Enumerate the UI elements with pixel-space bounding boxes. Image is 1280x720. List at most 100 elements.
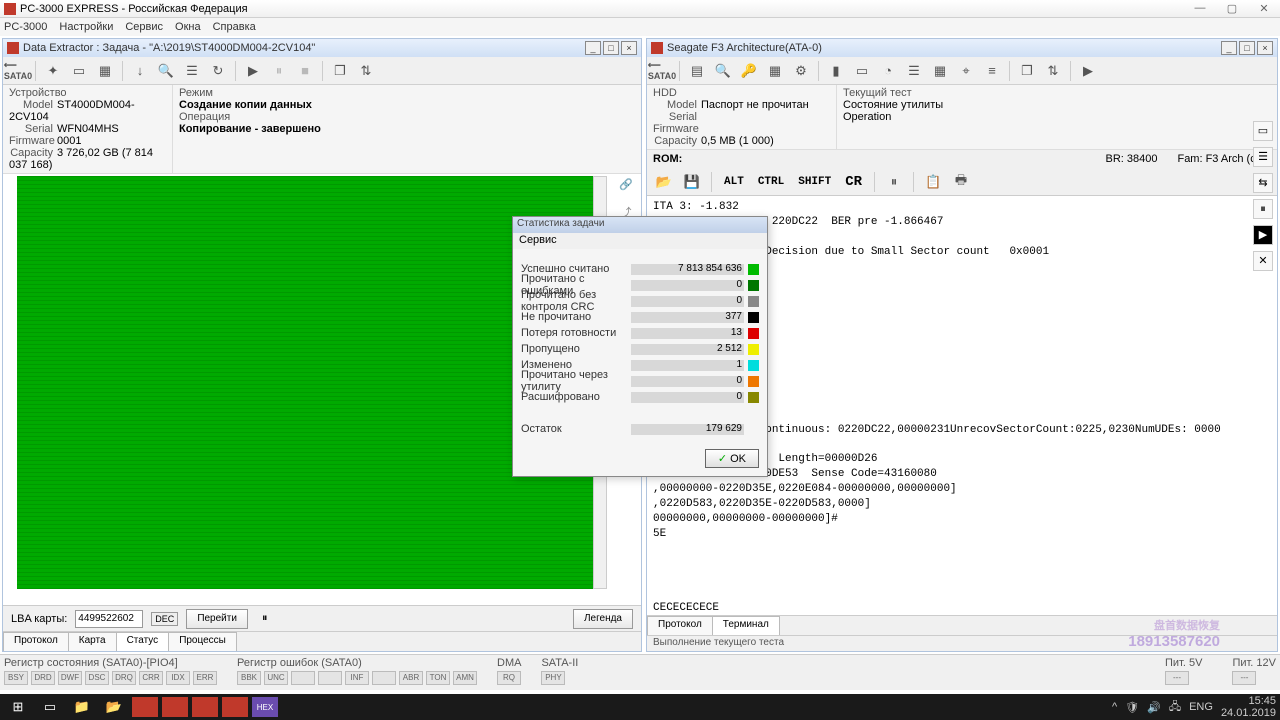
tab-Терминал[interactable]: Терминал (712, 616, 780, 635)
menu-item[interactable]: Справка (213, 21, 256, 33)
sort-icon[interactable]: ⇅ (355, 60, 377, 82)
reg-cell: ABR (399, 671, 423, 685)
tab-Процессы[interactable]: Процессы (168, 632, 237, 651)
save-icon[interactable]: 💾 (681, 171, 703, 193)
key-cr[interactable]: CR (841, 172, 866, 192)
app-task-icon[interactable] (222, 697, 248, 717)
key-icon[interactable]: 🔑 (738, 60, 760, 82)
tray-icon[interactable]: 🛡 (1125, 701, 1139, 714)
stat-row: Не прочитано377 (521, 309, 759, 325)
repeat-icon[interactable]: ↻ (207, 60, 229, 82)
grid-icon[interactable]: ▦ (764, 60, 786, 82)
ok-button[interactable]: ✓ OK (705, 449, 759, 468)
app-task-icon[interactable] (192, 697, 218, 717)
heads-icon[interactable]: ☰ (903, 60, 925, 82)
chip2-icon[interactable]: ▮ (825, 60, 847, 82)
play-icon[interactable]: ▶ (1077, 60, 1099, 82)
menu-item[interactable]: Сервис (125, 21, 163, 33)
start-button[interactable]: ⊞ (4, 696, 32, 718)
dialog-menu-item[interactable]: Сервис (519, 234, 557, 246)
lba-input[interactable] (75, 610, 143, 628)
rt-icon[interactable]: ▭ (1253, 121, 1273, 141)
chip-icon[interactable]: ▤ (686, 60, 708, 82)
key-shift[interactable]: SHIFT (794, 174, 835, 190)
menu-item[interactable]: Настройки (59, 21, 113, 33)
panel-close-icon[interactable]: × (1257, 41, 1273, 55)
panel-min-icon[interactable]: _ (1221, 41, 1237, 55)
rt-icon[interactable]: ▶ (1253, 225, 1273, 245)
reg-cell: CRR (139, 671, 163, 685)
tray-lang[interactable]: ENG (1189, 701, 1213, 713)
key-alt[interactable]: ALT (720, 174, 748, 190)
panel-max-icon[interactable]: □ (1239, 41, 1255, 55)
right-tabs: ПротоколТерминал (647, 615, 1277, 635)
key-ctrl[interactable]: CTRL (754, 174, 788, 190)
tool-icon[interactable]: ✦ (42, 60, 64, 82)
copy-icon[interactable]: ❐ (1016, 60, 1038, 82)
sort-icon[interactable]: ⇅ (1042, 60, 1064, 82)
task-view-icon[interactable]: ▭ (36, 696, 64, 718)
print-icon[interactable]: 🖶 (950, 171, 972, 193)
link-icon[interactable]: 🔗 (616, 178, 636, 198)
panel-close-icon[interactable]: × (621, 41, 637, 55)
rt-pause-icon[interactable]: ⏸ (1253, 199, 1273, 219)
lba-label: LBA карты: (11, 613, 67, 625)
sg-capacity: 0,5 MB (1 000) (701, 135, 774, 147)
rt-settings-icon[interactable]: ✕ (1253, 251, 1273, 271)
pause-icon[interactable]: ⏸ (268, 60, 290, 82)
tab-Протокол[interactable]: Протокол (3, 632, 69, 651)
app-icon (4, 3, 16, 15)
copy-icon[interactable]: ❐ (329, 60, 351, 82)
reg-cell: IDX (166, 671, 190, 685)
open-icon[interactable]: 📂 (653, 171, 675, 193)
legend-button[interactable]: Легенда (573, 609, 633, 629)
stop-icon[interactable]: ■ (294, 60, 316, 82)
reg-cell: DRD (31, 671, 55, 685)
gear-icon[interactable]: ⚙ (790, 60, 812, 82)
reg-cell (372, 671, 396, 685)
stat-row: Пропущено2 512 (521, 341, 759, 357)
module-icon[interactable]: ▭ (851, 60, 873, 82)
hex-icon[interactable]: HEX (252, 697, 278, 717)
term-pause-icon[interactable]: ⏸ (883, 171, 905, 193)
play-icon[interactable]: ▶ (242, 60, 264, 82)
table-icon[interactable]: ▦ (929, 60, 951, 82)
maximize-icon[interactable]: ▢ (1220, 2, 1244, 15)
panel-min-icon[interactable]: _ (585, 41, 601, 55)
app-task-icon[interactable] (162, 697, 188, 717)
tray-up-icon[interactable]: ^ (1112, 701, 1117, 713)
tab-Протокол[interactable]: Протокол (647, 616, 713, 635)
list-icon[interactable]: ≡ (981, 60, 1003, 82)
tray-volume-icon[interactable]: 🔊 (1147, 701, 1161, 714)
tab-Карта[interactable]: Карта (68, 632, 117, 651)
device-caption: Устройство (9, 87, 166, 99)
panel-max-icon[interactable]: □ (603, 41, 619, 55)
arrow-down-icon[interactable]: ↓ (129, 60, 151, 82)
util-state: Состояние утилиты (843, 99, 1271, 111)
menu-item[interactable]: PC-3000 (4, 21, 47, 33)
reg-cell: BSY (4, 671, 28, 685)
tab-Статус[interactable]: Статус (116, 632, 170, 651)
stack-icon[interactable]: ☰ (181, 60, 203, 82)
sg-toolbar: ⟵SATA0 ▤ 🔍 🔑 ▦ ⚙ ▮ ▭ ◔ ☰ ▦ ⌖ ≡ ❐ ⇅ ▶ (647, 57, 1277, 85)
menu-item[interactable]: Окна (175, 21, 201, 33)
disk-icon[interactable]: ◔ (877, 60, 899, 82)
explorer-icon[interactable]: 📁 (68, 696, 96, 718)
stat-row: Прочитано через утилиту0 (521, 373, 759, 389)
tray-net-icon[interactable]: 🖧 (1169, 698, 1181, 717)
lba-unit-icon[interactable]: DEC (151, 612, 178, 626)
search-icon[interactable]: 🔍 (155, 60, 177, 82)
go-button[interactable]: Перейти (186, 609, 248, 629)
rt-icon[interactable]: ☰ (1253, 147, 1273, 167)
zone-icon[interactable]: ⌖ (955, 60, 977, 82)
new-task-icon[interactable]: ▭ (68, 60, 90, 82)
search-icon[interactable]: 🔍 (712, 60, 734, 82)
minimize-icon[interactable]: — (1188, 2, 1212, 15)
folder-icon[interactable]: 📂 (100, 696, 128, 718)
pause-btn-icon[interactable]: ⏸ (262, 612, 268, 625)
app-task-icon[interactable] (132, 697, 158, 717)
copy2-icon[interactable]: 📋 (922, 171, 944, 193)
save-icon[interactable]: ▦ (94, 60, 116, 82)
close-icon[interactable]: ✕ (1252, 2, 1276, 15)
rt-icon[interactable]: ⇆ (1253, 173, 1273, 193)
